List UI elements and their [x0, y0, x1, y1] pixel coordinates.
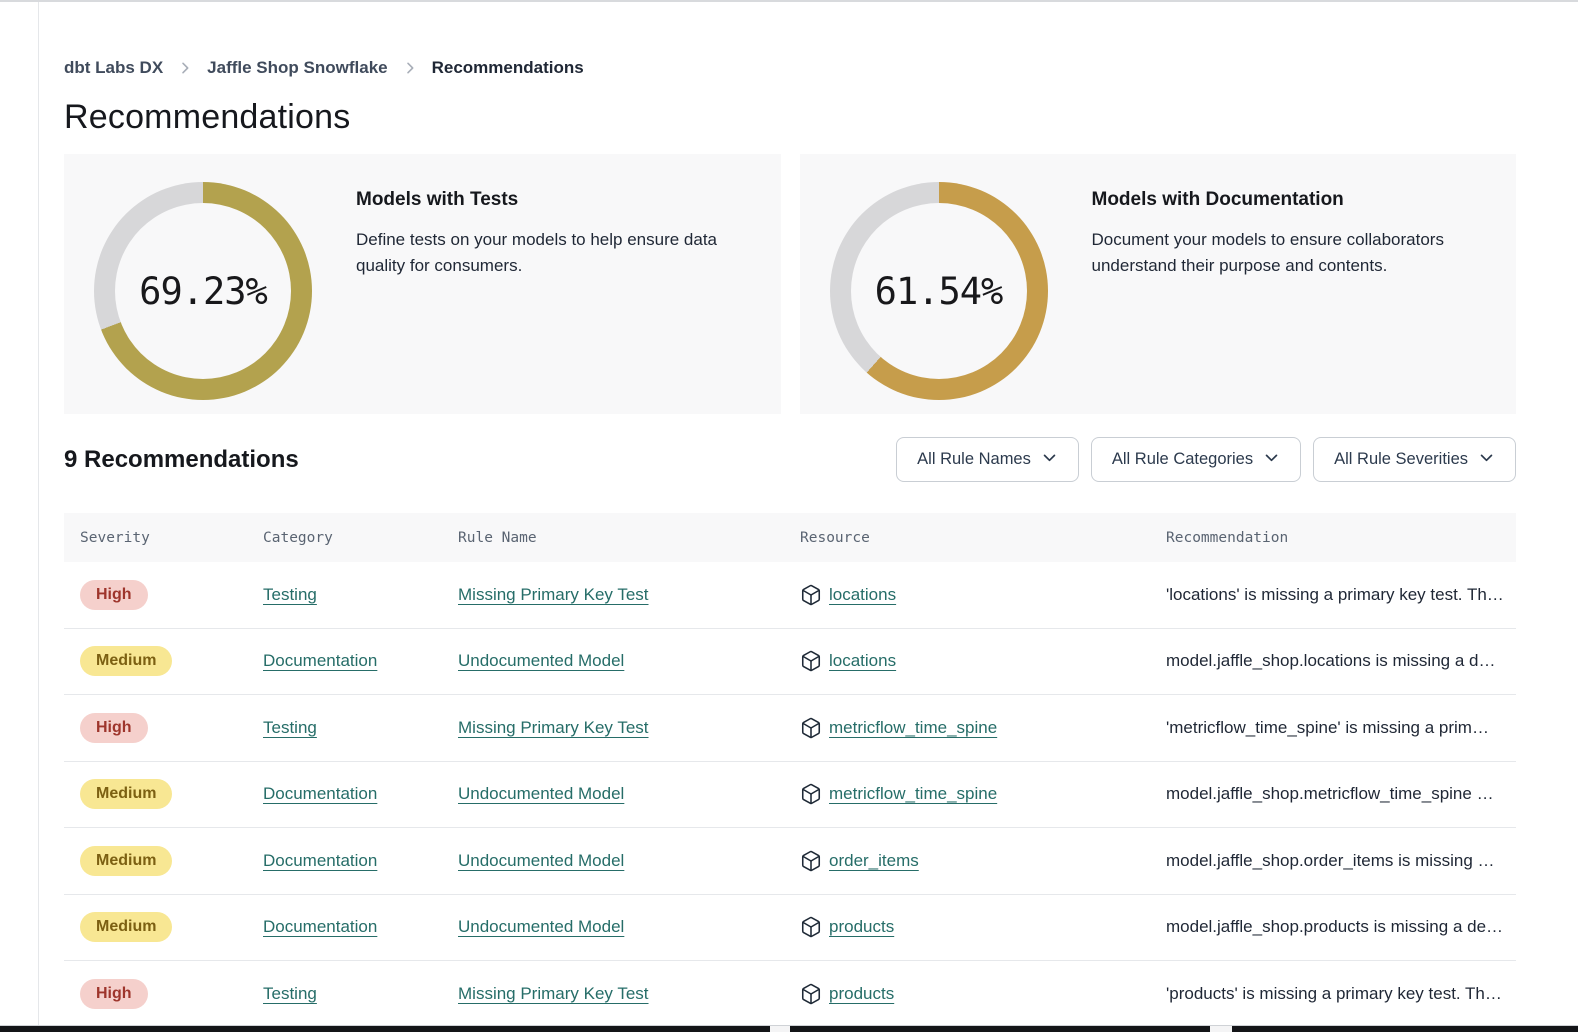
breadcrumb-item-recommendations: Recommendations: [432, 58, 584, 78]
rule-names-filter-dropdown[interactable]: All Rule Names: [896, 437, 1079, 482]
model-cube-icon: [800, 584, 822, 606]
tests-donut-chart: 69.23%: [92, 180, 314, 402]
model-cube-icon: [800, 850, 822, 872]
chevron-down-icon: [1478, 448, 1495, 471]
severity-badge: High: [80, 713, 148, 743]
category-link[interactable]: Documentation: [263, 651, 377, 670]
recommendation-text: 'locations' is missing a primary key tes…: [1166, 585, 1516, 605]
documentation-donut-chart: 61.54%: [828, 180, 1050, 402]
breadcrumb: dbt Labs DX Jaffle Shop Snowflake Recomm…: [64, 58, 1516, 78]
model-cube-icon: [800, 717, 822, 739]
severity-badge: Medium: [80, 912, 172, 942]
recommendation-text: model.jaffle_shop.order_items is missing…: [1166, 851, 1516, 871]
filter-label: All Rule Categories: [1112, 450, 1253, 469]
tests-percent-value: 69.23%: [139, 270, 267, 313]
table-body: High Testing Missing Primary Key Test locat…: [64, 562, 1516, 1028]
column-header-recommendation: Recommendation: [1166, 530, 1516, 546]
main-content: dbt Labs DX Jaffle Shop Snowflake Recomm…: [64, 58, 1516, 1028]
card-description: Document your models to ensure collabora…: [1092, 227, 1489, 280]
rule-name-link[interactable]: Undocumented Model: [458, 784, 624, 803]
recommendations-count-title: 9 Recommendations: [64, 446, 299, 474]
filter-label: All Rule Severities: [1334, 450, 1468, 469]
rule-severities-filter-dropdown[interactable]: All Rule Severities: [1313, 437, 1516, 482]
table-row: High Testing Missing Primary Key Test produ…: [64, 961, 1516, 1028]
resource-link[interactable]: metricflow_time_spine: [829, 784, 997, 804]
models-with-documentation-card: 61.54% Models with Documentation Documen…: [800, 154, 1517, 414]
table-header-row: Severity Category Rule Name Resource Rec…: [64, 513, 1516, 562]
chevron-down-icon: [1041, 448, 1058, 471]
recommendation-text: 'products' is missing a primary key test…: [1166, 984, 1516, 1004]
rule-name-link[interactable]: Undocumented Model: [458, 851, 624, 870]
breadcrumb-item-jaffle-shop-snowflake[interactable]: Jaffle Shop Snowflake: [207, 58, 387, 78]
severity-badge: High: [80, 979, 148, 1009]
metric-cards: 69.23% Models with Tests Define tests on…: [64, 154, 1516, 414]
cut-off-content-strip: [0, 1025, 1578, 1032]
sidebar-edge-divider: [38, 2, 39, 1032]
page-title: Recommendations: [64, 98, 1516, 137]
models-with-tests-card: 69.23% Models with Tests Define tests on…: [64, 154, 781, 414]
rule-categories-filter-dropdown[interactable]: All Rule Categories: [1091, 437, 1301, 482]
table-row: Medium Documentation Undocumented Model ord…: [64, 828, 1516, 895]
table-row: Medium Documentation Undocumented Model pro…: [64, 895, 1516, 962]
category-link[interactable]: Documentation: [263, 784, 377, 803]
column-header-severity: Severity: [64, 530, 263, 546]
recommendation-text: model.jaffle_shop.products is missing a …: [1166, 917, 1516, 937]
filter-bar: All Rule Names All Rule Categories All R…: [896, 437, 1516, 482]
resource-link[interactable]: metricflow_time_spine: [829, 718, 997, 738]
card-title: Models with Tests: [356, 189, 753, 211]
model-cube-icon: [800, 783, 822, 805]
recommendation-text: model.jaffle_shop.locations is missing a…: [1166, 651, 1516, 671]
documentation-percent-value: 61.54%: [875, 270, 1003, 313]
chevron-down-icon: [1263, 448, 1280, 471]
resource-link[interactable]: products: [829, 917, 894, 937]
category-link[interactable]: Testing: [263, 718, 317, 737]
severity-badge: Medium: [80, 846, 172, 876]
rule-name-link[interactable]: Undocumented Model: [458, 651, 624, 670]
rule-name-link[interactable]: Undocumented Model: [458, 917, 624, 936]
recommendations-table: Severity Category Rule Name Resource Rec…: [64, 513, 1516, 1028]
recommendation-text: 'metricflow_time_spine' is missing a pri…: [1166, 718, 1516, 738]
filter-label: All Rule Names: [917, 450, 1031, 469]
resource-link[interactable]: locations: [829, 651, 896, 671]
resource-link[interactable]: locations: [829, 585, 896, 605]
severity-badge: High: [80, 580, 148, 610]
column-header-rule-name: Rule Name: [458, 530, 800, 546]
chevron-right-icon: [177, 60, 193, 76]
card-title: Models with Documentation: [1092, 189, 1489, 211]
table-row: High Testing Missing Primary Key Test metri…: [64, 695, 1516, 762]
table-row: Medium Documentation Undocumented Model loc…: [64, 629, 1516, 696]
model-cube-icon: [800, 916, 822, 938]
rule-name-link[interactable]: Missing Primary Key Test: [458, 585, 649, 604]
table-row: High Testing Missing Primary Key Test locat…: [64, 562, 1516, 629]
model-cube-icon: [800, 983, 822, 1005]
resource-link[interactable]: order_items: [829, 851, 919, 871]
category-link[interactable]: Documentation: [263, 851, 377, 870]
recommendation-text: model.jaffle_shop.metricflow_time_spine …: [1166, 784, 1516, 804]
severity-badge: Medium: [80, 646, 172, 676]
breadcrumb-item-dbt-labs-dx[interactable]: dbt Labs DX: [64, 58, 163, 78]
card-description: Define tests on your models to help ensu…: [356, 227, 753, 280]
category-link[interactable]: Testing: [263, 984, 317, 1003]
table-row: Medium Documentation Undocumented Model met…: [64, 762, 1516, 829]
column-header-category: Category: [263, 530, 458, 546]
category-link[interactable]: Testing: [263, 585, 317, 604]
rule-name-link[interactable]: Missing Primary Key Test: [458, 984, 649, 1003]
severity-badge: Medium: [80, 779, 172, 809]
recommendations-list-header: 9 Recommendations All Rule Names All Rul…: [64, 437, 1516, 482]
column-header-resource: Resource: [800, 530, 1166, 546]
chevron-right-icon: [402, 60, 418, 76]
resource-link[interactable]: products: [829, 984, 894, 1004]
category-link[interactable]: Documentation: [263, 917, 377, 936]
rule-name-link[interactable]: Missing Primary Key Test: [458, 718, 649, 737]
model-cube-icon: [800, 650, 822, 672]
